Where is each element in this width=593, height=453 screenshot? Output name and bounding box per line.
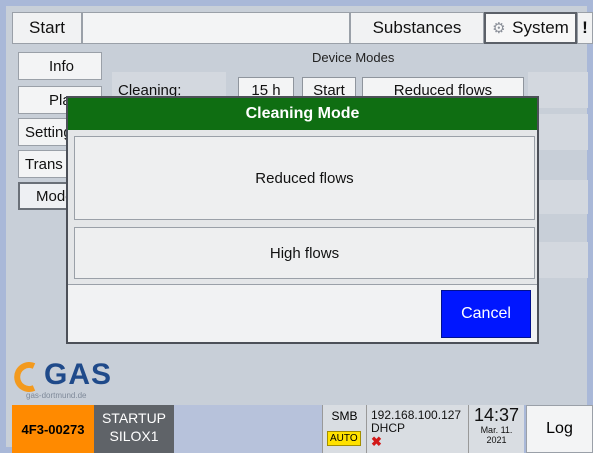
dhcp-label: DHCP bbox=[371, 421, 406, 435]
smb-label: SMB bbox=[331, 409, 358, 423]
log-button[interactable]: Log bbox=[526, 405, 593, 453]
year: 2021 bbox=[486, 435, 507, 445]
gear-icon: ⚙ bbox=[492, 19, 506, 37]
side-info-button[interactable]: Info bbox=[18, 52, 102, 80]
reduced-flows-option[interactable]: Reduced flows bbox=[74, 136, 535, 220]
smb-status: SMB AUTO bbox=[322, 405, 366, 453]
logo-subtitle: gas-dortmund.de bbox=[26, 391, 87, 400]
top-spacer bbox=[82, 12, 350, 44]
gas-logo: GAS gas-dortmund.de bbox=[14, 358, 114, 402]
alert-button[interactable]: ! bbox=[577, 12, 593, 44]
high-flows-option[interactable]: High flows bbox=[74, 227, 535, 279]
top-bar: Start Substances ⚙ System ! bbox=[12, 12, 593, 44]
clock: 14:37 Mar. 11. 2021 bbox=[468, 405, 524, 453]
startup-line-2: SILOX1 bbox=[109, 428, 159, 444]
device-code: 4F3-00273 bbox=[12, 405, 94, 453]
cleaning-mode-dialog: Cleaning Mode Reduced flows High flows C… bbox=[66, 96, 539, 344]
logo-text: GAS bbox=[44, 358, 113, 391]
dialog-footer: Cancel bbox=[68, 284, 537, 342]
startup-line-1: STARTUP bbox=[101, 410, 167, 426]
status-spacer bbox=[174, 405, 322, 453]
cancel-button[interactable]: Cancel bbox=[441, 290, 531, 338]
system-label: System bbox=[512, 18, 569, 37]
network-status: 192.168.100.127 DHCP ✖ bbox=[366, 405, 468, 453]
date: Mar. 11. bbox=[480, 425, 513, 435]
error-x-icon: ✖ bbox=[371, 434, 382, 449]
substances-button[interactable]: Substances bbox=[350, 12, 484, 44]
device-modes-title: Device Modes bbox=[312, 50, 395, 65]
startup-status: STARTUP SILOX1 bbox=[94, 405, 174, 453]
time: 14:37 bbox=[473, 405, 520, 425]
auto-badge: AUTO bbox=[327, 431, 361, 446]
system-button[interactable]: ⚙ System bbox=[484, 12, 577, 44]
logo-mark-icon bbox=[14, 362, 36, 392]
start-button[interactable]: Start bbox=[12, 12, 82, 44]
dialog-title: Cleaning Mode bbox=[68, 98, 537, 130]
status-bar: 4F3-00273 STARTUP SILOX1 SMB AUTO 192.16… bbox=[12, 405, 593, 453]
